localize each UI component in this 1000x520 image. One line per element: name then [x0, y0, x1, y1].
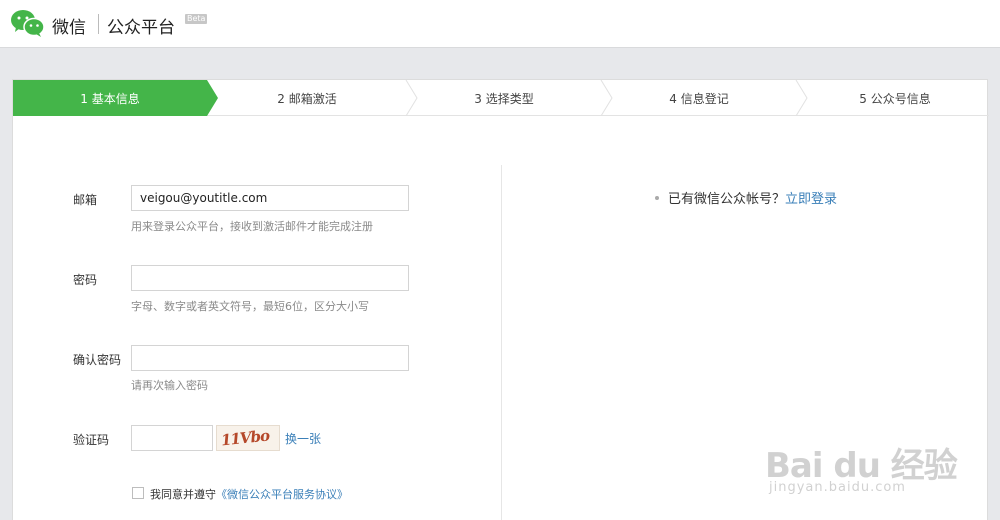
captcha-input[interactable] — [131, 425, 213, 451]
login-now-link[interactable]: 立即登录 — [785, 192, 837, 207]
step-3-separator — [600, 80, 613, 116]
confirm-password-label: 确认密码 — [73, 353, 122, 367]
step-4-separator — [795, 80, 808, 116]
service-agreement-link[interactable]: 《微信公众平台服务协议》 — [216, 488, 348, 501]
captcha-image[interactable]: 11Vbo — [216, 425, 280, 451]
agree-text: 我同意并遵守《微信公众平台服务协议》 — [150, 486, 348, 502]
step-3-label: 3 选择类型 — [474, 92, 534, 106]
column-divider — [501, 165, 502, 520]
top-header: 微信 公众平台 Beta — [0, 0, 1000, 48]
step-2-separator — [405, 80, 418, 116]
email-hint: 用来登录公众平台，接收到激活邮件才能完成注册 — [131, 220, 373, 233]
step-5-label: 5 公众号信息 — [859, 92, 931, 106]
step-2-label: 2 邮箱激活 — [277, 92, 337, 106]
wechat-logo-icon[interactable] — [10, 8, 46, 38]
email-input[interactable]: veigou@youtitle.com — [131, 185, 409, 211]
step-4-label: 4 信息登记 — [669, 92, 729, 106]
email-label: 邮箱 — [73, 193, 98, 207]
step-progress-bar: 1 基本信息 2 邮箱激活 3 选择类型 4 信息登记 5 公众号信息 — [13, 80, 989, 116]
agree-checkbox[interactable] — [132, 487, 144, 499]
password-hint: 字母、数字或者英文符号，最短6位，区分大小写 — [131, 300, 369, 313]
baidu-jingyan-watermark: Bai du 经验 jingyan.baidu.com — [765, 410, 965, 510]
captcha-image-text: 11Vbo — [220, 426, 270, 450]
password-input[interactable] — [131, 265, 409, 291]
confirm-password-input[interactable] — [131, 345, 409, 371]
password-label: 密码 — [73, 273, 98, 287]
brand-separator — [98, 14, 99, 34]
confirm-password-hint: 请再次输入密码 — [131, 379, 208, 392]
captcha-label: 验证码 — [73, 433, 110, 447]
brand-wechat[interactable]: 微信 — [52, 13, 86, 38]
step-1-label: 1 基本信息 — [80, 92, 140, 106]
beta-badge: Beta — [185, 14, 208, 24]
agree-prefix: 我同意并遵守 — [150, 488, 216, 501]
brand-platform[interactable]: 公众平台 — [107, 13, 175, 38]
bullet-icon — [655, 196, 659, 200]
has-account-text: 已有微信公众帐号？立即登录 — [668, 188, 837, 207]
watermark-sub: jingyan.baidu.com — [769, 480, 906, 495]
refresh-captcha-link[interactable]: 换一张 — [285, 430, 321, 447]
has-account-prompt: 已有微信公众帐号？ — [668, 192, 786, 207]
